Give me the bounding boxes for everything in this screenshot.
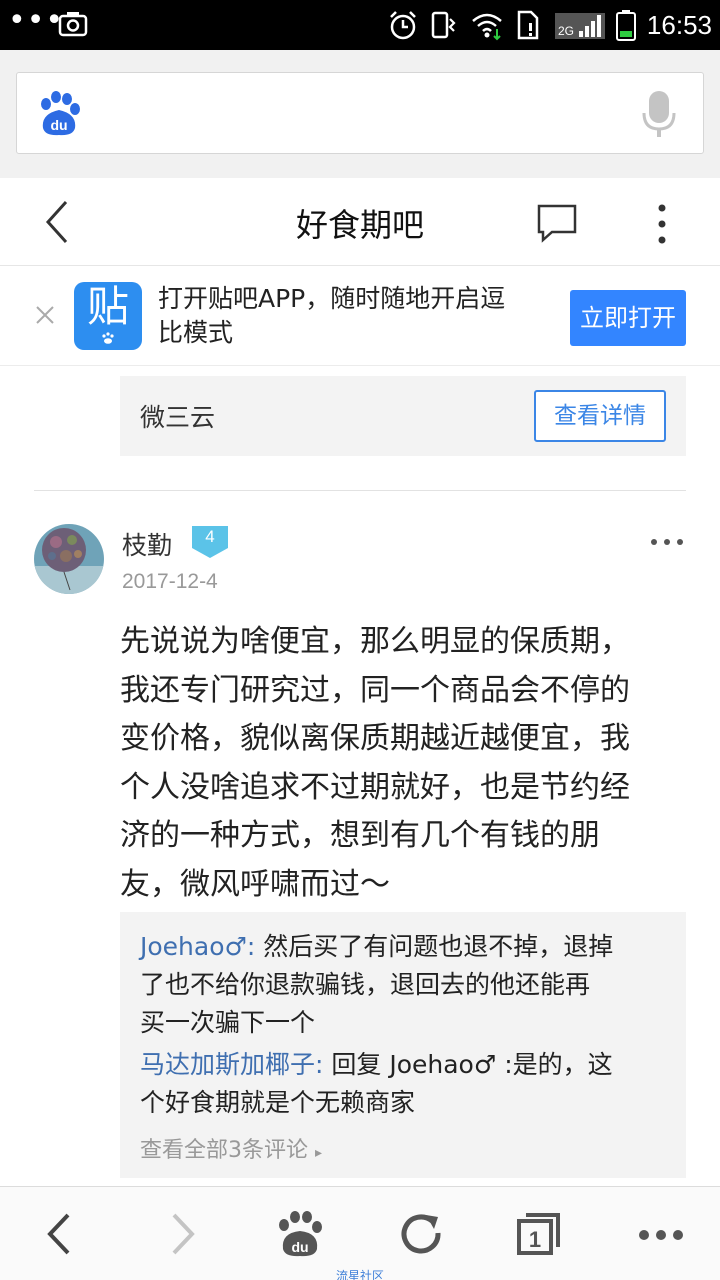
avatar[interactable] [34,524,104,594]
comment-text: 回复 Joehao♂ :是的，这 [323,1050,613,1079]
post-content-line: 个人没啥追求不过期就好，也是节约经 [120,769,630,805]
vibrate-icon [431,11,456,39]
signal-icon: 2G [554,13,605,39]
comment-line: 马达加斯加椰子: 回复 Joehao♂ :是的，这 [140,1046,613,1084]
bottom-nav: du 1 流星社区 [0,1186,720,1280]
page-title: 好食期吧 [295,206,424,244]
tab-count: 1 [529,1227,541,1252]
post-more-icon[interactable] [650,538,684,546]
wifi-icon [472,13,502,41]
post-content: 先说说为啥便宜，那么明显的保质期， 我还专门研究过，同一个商品会不停的 变价格，… [120,618,690,909]
open-app-button[interactable]: 立即打开 [570,290,686,346]
post-content-line: 济的一种方式，想到有几个有钱的朋 [120,818,600,853]
post-content-line: 我还专门研究过，同一个商品会不停的 [120,672,630,708]
comment-line: 买一次骗下一个 [140,1008,316,1037]
banner-text-line2: 比模式 [158,318,234,347]
more-dots-icon: ••• [8,3,65,38]
app-icon-glyph: 贴 [86,282,129,331]
message-icon[interactable] [536,202,578,244]
nav-home-paw-icon[interactable]: du [275,1209,325,1259]
info-card: 微三云 查看详情 [120,376,686,456]
nav-forward-icon[interactable] [156,1209,206,1259]
post-content-line: 先说说为啥便宜，那么明显的保质期， [120,624,630,659]
more-vertical-icon[interactable] [652,202,672,246]
comment-line: Joehao♂: 然后买了有问题也退不掉，退掉 [140,928,613,966]
status-bar: ••• 2G 16:53 [0,0,720,50]
comment-author[interactable]: Joehao♂: [140,932,255,961]
alarm-icon [390,11,416,40]
nav-home-logo-text: du [291,1239,308,1255]
close-icon[interactable] [34,304,56,326]
level-badge: 4 [192,526,228,558]
battery-icon [615,10,636,41]
caret-right-icon: ▸ [315,1145,323,1161]
post-username[interactable]: 枝勤 [122,526,172,562]
status-time: 16:53 [646,9,712,40]
tabs-icon[interactable]: 1 [514,1209,564,1259]
baidu-logo-text: du [50,117,67,133]
level-number: 4 [205,527,215,546]
comment-author[interactable]: 马达加斯加椰子: [140,1050,323,1079]
tieba-app-icon: 贴 [74,282,142,350]
comment-line: 个好食期就是个无赖商家 [140,1088,416,1117]
banner-text: 打开贴吧APP，随时随地开启逗 比模式 [158,282,538,350]
view-details-button[interactable]: 查看详情 [534,390,666,442]
info-card-name: 微三云 [140,403,216,432]
microphone-icon[interactable] [641,89,677,139]
sim-alert-icon [517,10,539,40]
network-type-label: 2G [558,24,574,38]
banner-text-line1: 打开贴吧APP，随时随地开启逗 [158,284,506,313]
app-promo-banner: 贴 打开贴吧APP，随时随地开启逗 比模式 立即打开 [0,266,720,366]
post-content-line: 变价格，貌似离保质期越近越便宜，我 [120,721,630,756]
post-content-line: 友，微风呼啸而过～ [120,866,390,902]
search-input[interactable]: du [16,72,704,154]
comment-text: 然后买了有问题也退不掉，退掉 [255,932,614,961]
view-all-label: 查看全部3条评论 [140,1138,308,1163]
paw-icon [102,332,114,344]
nav-caption: 流星社区 [335,1269,384,1280]
refresh-icon[interactable] [396,1209,446,1259]
baidu-paw-logo-icon: du [41,91,80,136]
comments-box: Joehao♂: 然后买了有问题也退不掉，退掉 了也不给你退款骗钱，退回去的他还… [120,912,686,1178]
divider [34,490,686,491]
post-date: 2017-12-4 [122,570,218,593]
search-bar-area: du [0,50,720,178]
screenshot-icon [58,12,88,37]
comment-line: 了也不给你退款骗钱，退回去的他还能再 [140,970,591,999]
menu-more-icon[interactable] [636,1209,686,1259]
nav-back-icon[interactable] [36,1209,86,1259]
view-all-comments-link[interactable]: 查看全部3条评论 ▸ [140,1132,322,1172]
forum-header: 好食期吧 [0,178,720,266]
